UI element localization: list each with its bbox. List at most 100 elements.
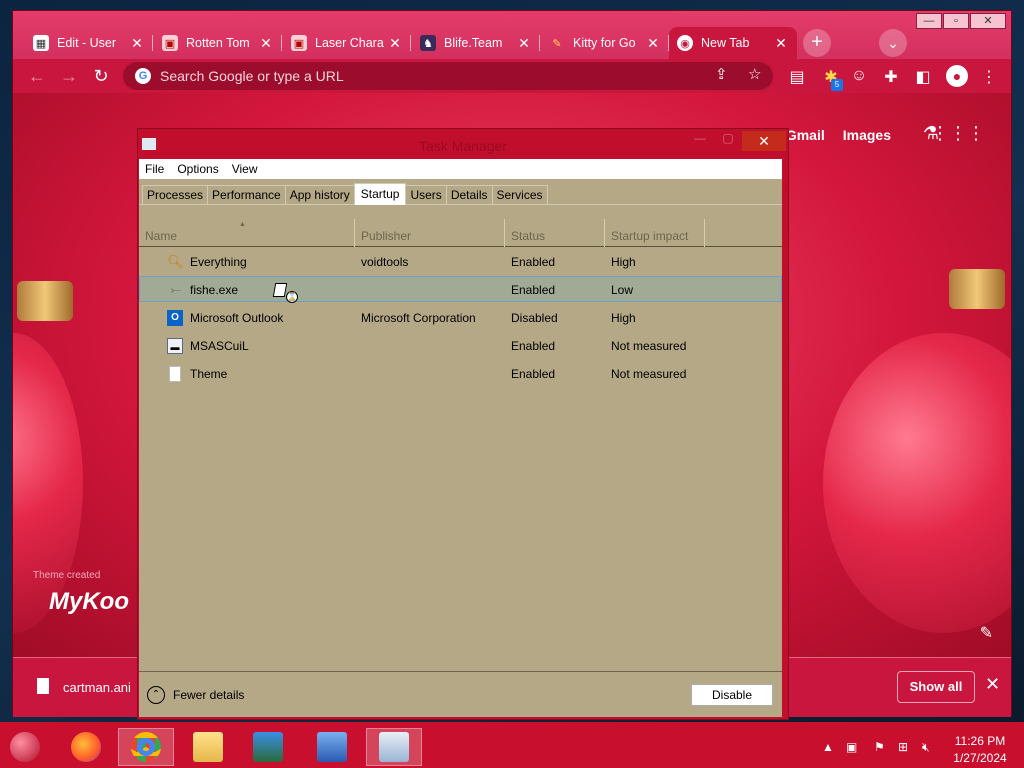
table-row[interactable]: ⤚ fishe.exe Enabled Low ⌛ — [139, 276, 782, 303]
apps-grid-icon[interactable]: ⋮⋮⋮ — [931, 123, 985, 144]
column-publisher[interactable]: Publisher — [355, 219, 505, 247]
taskbar-file-explorer[interactable] — [180, 728, 236, 766]
profile-avatar-icon[interactable]: ● — [946, 65, 968, 87]
tab-details[interactable]: Details — [445, 185, 493, 205]
omnibox[interactable]: G Search Google or type a URL — [123, 62, 773, 90]
start-button[interactable] — [0, 728, 50, 766]
customize-pencil-icon[interactable]: ✎ — [980, 623, 993, 643]
new-tab-button[interactable]: + — [803, 29, 831, 57]
share-icon[interactable]: ⇪ — [715, 65, 728, 83]
fish-icon: ⤚ — [170, 282, 182, 297]
tab-edit-user[interactable]: ▦ Edit - User ✕ — [25, 27, 153, 59]
row-impact: Not measured — [611, 367, 687, 381]
tab-rotten-tom[interactable]: ▣ Rotten Tom ✕ — [154, 27, 282, 59]
table-row[interactable]: 🔍︎ Everything voidtools Enabled High — [139, 249, 782, 275]
column-status[interactable]: Status — [505, 219, 605, 247]
tab-users[interactable]: Users — [405, 185, 447, 205]
task-manager-icon — [379, 732, 409, 762]
menu-view[interactable]: View — [232, 162, 258, 176]
download-bar-close-icon[interactable]: ✕ — [985, 674, 1000, 695]
tab-performance[interactable]: Performance — [207, 185, 286, 205]
ntp-links: Gmail Images — [786, 127, 891, 143]
tab-blife-team[interactable]: ♞ Blife.Team ✕ — [412, 27, 540, 59]
folder-icon — [193, 732, 223, 762]
taskbar-firefox[interactable] — [58, 728, 114, 766]
ornament-cap-decoration — [949, 269, 1005, 309]
forward-icon[interactable]: → — [57, 65, 81, 87]
disable-button[interactable]: Disable — [691, 684, 773, 706]
outlook-icon: O — [167, 310, 183, 326]
computer-icon — [317, 732, 347, 762]
tab-label: Kitty for Go — [573, 36, 636, 50]
image-icon: ▣ — [162, 35, 178, 51]
download-file-name[interactable]: cartman.ani — [63, 680, 131, 695]
table-row[interactable]: O Microsoft Outlook Microsoft Corporatio… — [139, 305, 782, 331]
action-center-flag-icon[interactable]: ⚑ — [874, 740, 885, 754]
close-window-button[interactable]: ✕ — [970, 13, 1006, 29]
row-impact: High — [611, 311, 636, 325]
volume-muted-icon[interactable]: 🔇︎ — [922, 740, 930, 755]
start-ornament-icon — [10, 732, 40, 762]
tm-tabs: Processes Performance App history Startu… — [142, 183, 548, 205]
images-link[interactable]: Images — [843, 127, 891, 143]
tray-overflow-icon[interactable]: ▲ — [822, 740, 834, 754]
tm-minimize-button[interactable]: — — [686, 131, 714, 151]
theme-brand-text: MyKoo — [49, 588, 129, 615]
maximize-button[interactable]: ▫ — [943, 13, 969, 29]
row-status: Enabled — [511, 255, 556, 269]
chevron-up-icon[interactable]: ⌃ — [147, 686, 165, 704]
tab-close-icon[interactable]: ✕ — [773, 35, 789, 52]
tab-services[interactable]: Services — [491, 185, 548, 205]
task-manager-titlebar[interactable]: Task Manager — ▢ ✕ — [138, 129, 788, 159]
character-icon: ♞ — [420, 35, 436, 51]
tray-app-icon[interactable]: ▣ — [846, 740, 857, 754]
blank-file-icon — [169, 366, 181, 382]
tm-body: Processes Performance App history Startu… — [139, 179, 782, 717]
taskbar-network-tool[interactable] — [304, 728, 360, 766]
table-row[interactable]: Theme Enabled Not measured — [139, 361, 782, 387]
side-panel-icon[interactable]: ◧ — [913, 67, 933, 87]
clock-date[interactable]: 1/27/2024 — [950, 751, 1010, 765]
taskbar-remote-desktop[interactable] — [240, 728, 296, 766]
menu-file[interactable]: File — [145, 162, 164, 176]
tab-processes[interactable]: Processes — [142, 185, 209, 205]
gmail-link[interactable]: Gmail — [786, 127, 825, 143]
tab-new-tab[interactable]: ◉ New Tab ✕ — [669, 27, 797, 59]
tab-label: Rotten Tom — [186, 36, 250, 50]
tab-close-icon[interactable]: ✕ — [387, 35, 403, 52]
taskbar-chrome[interactable] — [118, 728, 174, 766]
column-startup-impact[interactable]: Startup impact — [605, 219, 705, 247]
network-icon[interactable]: ⊞ — [898, 740, 908, 754]
column-name[interactable]: Name — [139, 219, 355, 247]
tab-close-icon[interactable]: ✕ — [129, 35, 145, 52]
puzzle-extensions-icon[interactable]: ✚ — [881, 67, 901, 87]
tab-close-icon[interactable]: ✕ — [258, 35, 274, 52]
tab-search-button[interactable]: ⌄ — [879, 29, 907, 57]
taskbar-task-manager[interactable] — [366, 728, 422, 766]
monitor-icon — [253, 732, 283, 762]
row-impact: Not measured — [611, 339, 687, 353]
bookmark-star-icon[interactable]: ☆ — [748, 65, 761, 83]
tab-label: Edit - User — [57, 36, 117, 50]
tab-close-icon[interactable]: ✕ — [516, 35, 532, 52]
menu-kebab-icon[interactable]: ⋮ — [979, 67, 999, 87]
menu-options[interactable]: Options — [177, 162, 218, 176]
tm-close-button[interactable]: ✕ — [742, 131, 786, 151]
taskbar: ▲ ▣ ⚑ ⊞ 🔇︎ 11:26 PM 1/27/2024 — [0, 722, 1024, 768]
back-icon[interactable]: ← — [25, 65, 49, 87]
reading-list-icon[interactable]: ▤ — [787, 67, 807, 87]
reload-icon[interactable]: ↻ — [89, 65, 113, 87]
tab-close-icon[interactable]: ✕ — [645, 35, 661, 52]
clock-time[interactable]: 11:26 PM — [950, 734, 1010, 748]
show-all-button[interactable]: Show all — [897, 671, 975, 703]
table-row[interactable]: ▬ MSASCuiL Enabled Not measured — [139, 333, 782, 359]
tab-laser-chara[interactable]: ▣ Laser Chara ✕ — [283, 27, 411, 59]
tab-startup[interactable]: Startup — [353, 183, 407, 205]
tab-app-history[interactable]: App history — [284, 185, 355, 205]
row-status: Enabled — [511, 339, 556, 353]
minimize-button[interactable]: — — [916, 13, 942, 29]
tm-maximize-button[interactable]: ▢ — [714, 131, 742, 151]
tab-kitty[interactable]: ✎ Kitty for Go ✕ — [541, 27, 669, 59]
emoji-extension-icon[interactable]: ☺ — [849, 67, 869, 85]
fewer-details-link[interactable]: Fewer details — [173, 688, 244, 702]
